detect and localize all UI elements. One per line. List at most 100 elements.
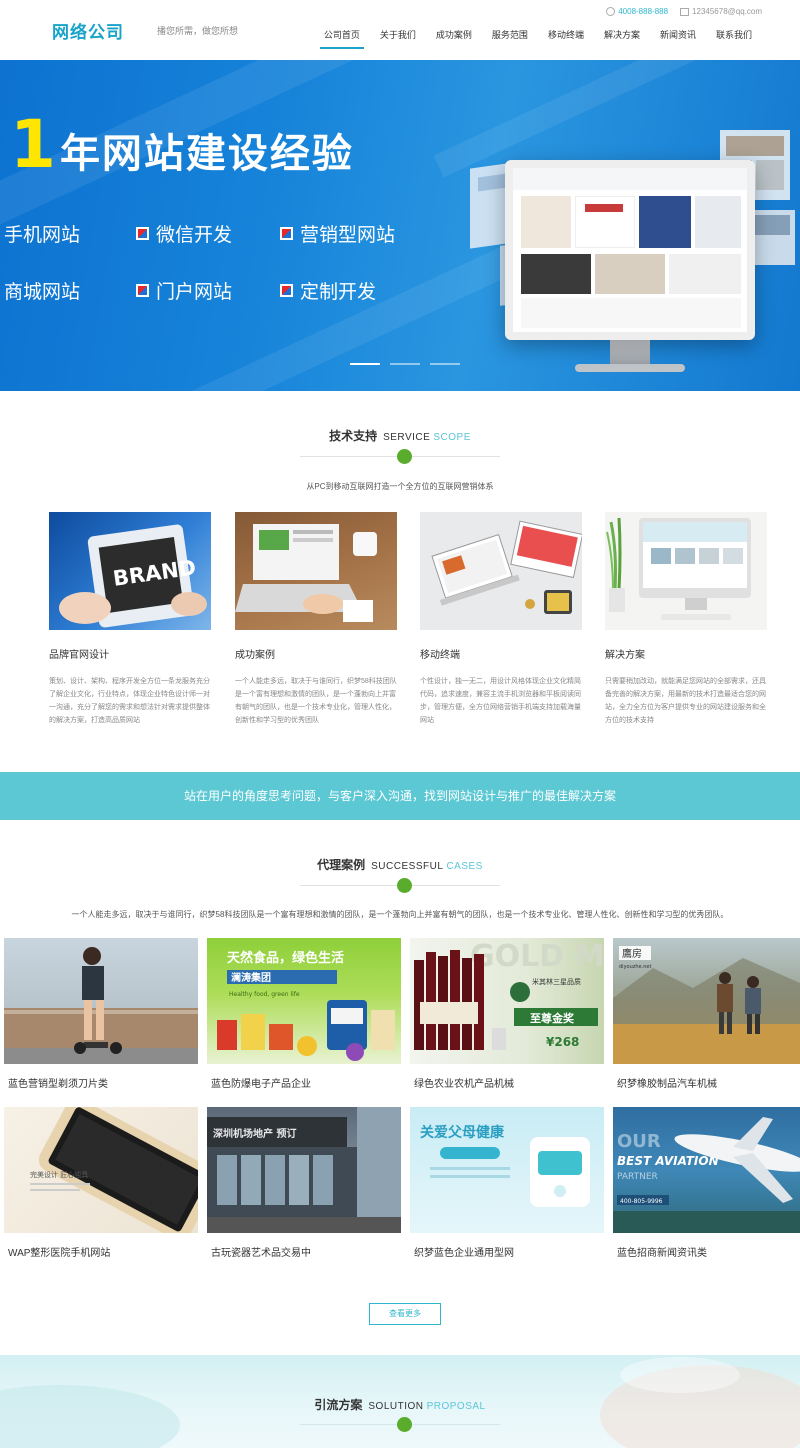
- services-section-title: 技术支持 SERVICE SCOPE: [329, 429, 471, 443]
- email-address: 12345678@qq.com: [692, 7, 762, 16]
- case-illustration: 深圳机场地产 预订: [207, 1107, 401, 1233]
- nav-item-solutions[interactable]: 解决方案: [594, 28, 650, 58]
- header: 网络公司 播您所需，做您所想 4008-888-888 12345678@qq.…: [0, 0, 800, 60]
- case-name[interactable]: 古玩瓷器艺术品交易中: [211, 1244, 401, 1259]
- hero-banner[interactable]: 1 年网站建设经验 手机网站 微信开发 营销型网站 商城网站 门户网站 定制开发: [0, 60, 800, 391]
- nav-item-news[interactable]: 新闻资讯: [650, 28, 706, 58]
- case-card[interactable]: 深圳机场地产 预订 古玩瓷器艺术品交易中: [207, 1107, 401, 1259]
- svg-text:澜涛集团: 澜涛集团: [231, 971, 271, 984]
- case-image[interactable]: 关爱父母健康: [410, 1107, 604, 1233]
- service-image[interactable]: [420, 512, 582, 630]
- svg-text:BEST AVIATION: BEST AVIATION: [617, 1154, 719, 1168]
- case-name[interactable]: WAP整形医院手机网站: [8, 1244, 198, 1259]
- value-proposition-band: 站在用户的角度思考问题，与客户深入沟通，找到网站设计与推广的最佳解决方案: [0, 772, 800, 820]
- checkbox-icon: [136, 284, 149, 297]
- service-name[interactable]: 成功案例: [235, 646, 397, 661]
- service-card[interactable]: 解决方案 只需要稍加改动，就能满足您网站的全部需求，还具备完善的解决方案，用最新…: [605, 512, 767, 727]
- banner-headline-number: 1: [10, 106, 56, 183]
- service-image[interactable]: [235, 512, 397, 630]
- case-card[interactable]: OUR BEST AVIATION PARTNER 400-805-9996 蓝…: [613, 1107, 800, 1259]
- svg-text:鷹房: 鷹房: [622, 947, 642, 960]
- svg-text:至尊金奖: 至尊金奖: [530, 1011, 575, 1025]
- case-name[interactable]: 绿色农业农机产品机械: [414, 1075, 604, 1090]
- svg-text:diyouzhe.net: diyouzhe.net: [619, 964, 651, 970]
- service-card[interactable]: 移动终端 个性设计，独一无二，用设计风格体现企业文化精简代码，追求速度，兼容主流…: [420, 512, 582, 727]
- service-desc: 策划、设计、架构、程序开发全方位一条龙服务充分了解企业文化，行业特点，体现企业特…: [49, 678, 210, 724]
- banner-feature: 定制开发: [280, 277, 376, 304]
- slider-dot[interactable]: [390, 363, 420, 365]
- solution-section-title: 引流方案 SOLUTION PROPOSAL: [314, 1398, 486, 1412]
- section-dot-icon: [397, 449, 412, 464]
- nav-item-services[interactable]: 服务范围: [482, 28, 538, 58]
- svg-text:完美设计 匠心独具: 完美设计 匠心独具: [30, 1170, 88, 1179]
- desktop-workspace-illustration: [606, 517, 751, 620]
- case-image[interactable]: 深圳机场地产 预订: [207, 1107, 401, 1233]
- banner-feature: 商城网站: [4, 282, 81, 303]
- service-name[interactable]: 解决方案: [605, 646, 767, 661]
- case-image[interactable]: GOLD M 米其林三星品质 至尊金奖 ¥268: [410, 938, 604, 1064]
- case-illustration: OUR BEST AVIATION PARTNER 400-805-9996: [613, 1117, 800, 1233]
- svg-text:Healthy food, green life: Healthy food, green life: [229, 991, 300, 998]
- svg-text:关爱父母健康: 关爱父母健康: [420, 1124, 505, 1141]
- service-desc: 个性设计，独一无二，用设计风格体现企业文化精简代码，追求速度，兼容主流手机浏览器…: [420, 678, 581, 724]
- svg-text:深圳机场地产 预订: 深圳机场地产 预订: [213, 1127, 296, 1140]
- monitor-screen: [505, 160, 755, 340]
- service-card[interactable]: 成功案例 一个人能走多远，取决于与谁同行，织梦58科技团队是一个富有理想和激情的…: [235, 512, 397, 727]
- case-illustration: [4, 947, 198, 1064]
- nav-item-mobile[interactable]: 移动终端: [538, 28, 594, 58]
- laptop-desk-illustration: [235, 512, 397, 630]
- slider-dot[interactable]: [430, 363, 460, 365]
- brand-tablet-illustration: BRAND: [59, 524, 207, 628]
- mobile-devices-illustration: [431, 520, 582, 614]
- top-contact-info: 4008-888-888 12345678@qq.com: [606, 7, 762, 16]
- service-card[interactable]: BRAND 品牌官网设计 策划、设计、架构、程序开发全方位一条龙服务充分了解企业…: [49, 512, 211, 727]
- case-name[interactable]: 蓝色营销型剃须刀片类: [8, 1075, 198, 1090]
- nav-item-home[interactable]: 公司首页: [314, 28, 370, 58]
- slider-dot[interactable]: [350, 363, 380, 365]
- case-card[interactable]: 关爱父母健康 织梦蓝色企业通用型网: [410, 1107, 604, 1259]
- case-card[interactable]: GOLD M 米其林三星品质 至尊金奖 ¥268 绿色农业农机产品机械: [410, 938, 604, 1090]
- svg-text:¥268: ¥268: [546, 1035, 579, 1049]
- site-slogan: 播您所需，做您所想: [157, 26, 239, 36]
- band-text: 站在用户的角度思考问题，与客户深入沟通，找到网站设计与推广的最佳解决方案: [183, 789, 616, 803]
- case-card[interactable]: 天然食品，绿色生活 澜涛集团 Healthy food, green life …: [207, 938, 401, 1090]
- case-image[interactable]: OUR BEST AVIATION PARTNER 400-805-9996: [613, 1107, 800, 1233]
- case-card[interactable]: 蓝色营销型剃须刀片类: [4, 938, 198, 1090]
- nav-item-contact[interactable]: 联系我们: [706, 28, 762, 58]
- site-logo[interactable]: 网络公司: [52, 18, 124, 43]
- service-desc: 只需要稍加改动，就能满足您网站的全部需求，还具备完善的解决方案，用最新的技术打造…: [605, 678, 766, 724]
- svg-text:400-805-9996: 400-805-9996: [620, 1198, 663, 1205]
- case-image[interactable]: [4, 938, 198, 1064]
- case-image[interactable]: 鷹房 diyouzhe.net: [613, 938, 800, 1064]
- checkbox-icon: [136, 227, 149, 240]
- case-illustration: GOLD M 米其林三星品质 至尊金奖 ¥268: [414, 939, 604, 1050]
- cases-subtitle: 一个人能走多远，取决于与谁同行，织梦58科技团队是一个富有理想和激情的团队，是一…: [71, 910, 729, 919]
- case-name[interactable]: 蓝色防爆电子产品企业: [211, 1075, 401, 1090]
- service-name[interactable]: 移动终端: [420, 646, 582, 661]
- service-desc: 一个人能走多远，取决于与谁同行，织梦58科技团队是一个富有理想和激情的团队，是一…: [235, 678, 397, 724]
- svg-text:GOLD M: GOLD M: [470, 939, 604, 974]
- case-image[interactable]: 天然食品，绿色生活 澜涛集团 Healthy food, green life: [207, 938, 401, 1064]
- case-name[interactable]: 织梦橡胶制品汽车机械: [617, 1075, 800, 1090]
- service-image[interactable]: [605, 512, 767, 630]
- section-dot-icon: [397, 1417, 412, 1432]
- service-image[interactable]: BRAND: [49, 512, 211, 630]
- case-image[interactable]: 完美设计 匠心独具: [4, 1107, 198, 1233]
- svg-text:PARTNER: PARTNER: [617, 1172, 658, 1182]
- service-name[interactable]: 品牌官网设计: [49, 646, 211, 661]
- banner-feature: 微信开发: [136, 220, 232, 247]
- banner-feature: 营销型网站: [280, 220, 395, 247]
- case-name[interactable]: 蓝色招商新闻资讯类: [617, 1244, 800, 1259]
- view-more-button[interactable]: 查看更多: [369, 1303, 441, 1325]
- case-card[interactable]: 鷹房 diyouzhe.net 织梦橡胶制品汽车机械: [613, 938, 800, 1090]
- monitor-graphic: [505, 160, 755, 372]
- services-subtitle: 从PC到移动互联网打造一个全方位的互联网营销体系: [306, 482, 494, 491]
- nav-item-cases[interactable]: 成功案例: [426, 28, 482, 58]
- cases-section-title: 代理案例 SUCCESSFUL CASES: [317, 858, 483, 872]
- case-card[interactable]: 完美设计 匠心独具 WAP整形医院手机网站: [4, 1107, 198, 1259]
- phone-number: 4008-888-888: [618, 7, 669, 16]
- case-illustration: 天然食品，绿色生活 澜涛集团 Healthy food, green life: [217, 950, 395, 1061]
- case-illustration: 完美设计 匠心独具: [30, 1107, 198, 1233]
- case-name[interactable]: 织梦蓝色企业通用型网: [414, 1244, 604, 1259]
- nav-item-about[interactable]: 关于我们: [370, 28, 426, 58]
